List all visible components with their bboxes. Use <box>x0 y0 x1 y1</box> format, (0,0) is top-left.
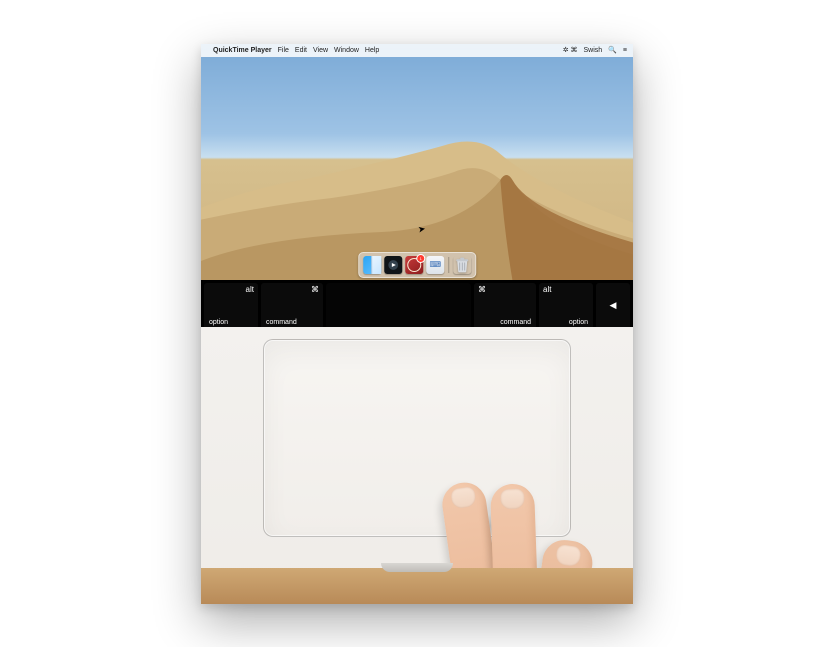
key-option-right[interactable]: alt option <box>539 283 593 329</box>
mouse-cursor: ➤ <box>417 223 426 235</box>
menubar-swish[interactable]: Swish <box>584 47 603 54</box>
dock-badge: 1 <box>416 254 425 263</box>
key-arrow-left[interactable]: ◀ <box>596 283 630 329</box>
key-command-label: command <box>266 319 297 326</box>
dock-touchkey-icon[interactable] <box>426 256 444 274</box>
dock-trash-icon[interactable] <box>453 256 471 274</box>
macos-menubar: QuickTime Player File Edit View Window H… <box>201 44 633 57</box>
key-alt-symbol: alt <box>543 285 551 294</box>
dock-finder-icon[interactable] <box>363 256 381 274</box>
dock-hazel-icon[interactable]: 1 <box>405 256 423 274</box>
key-cmd-symbol: ⌘ <box>311 285 319 294</box>
dock: 1 <box>358 252 476 278</box>
spotlight-icon[interactable]: 🔍 <box>608 46 617 54</box>
desk-surface <box>201 568 633 604</box>
laptop-palmrest <box>201 327 633 604</box>
keyboard-bottom-row: alt option ⌘ command ⌘ command alt optio… <box>201 280 633 332</box>
device-frame: QuickTime Player File Edit View Window H… <box>201 44 633 604</box>
desktop-screen[interactable]: QuickTime Player File Edit View Window H… <box>201 44 633 280</box>
key-command-left[interactable]: ⌘ command <box>261 283 323 329</box>
menubar-app-name[interactable]: QuickTime Player <box>213 47 272 54</box>
key-alt-symbol: alt <box>246 285 254 294</box>
key-spacebar[interactable] <box>326 283 471 329</box>
dock-quicktime-icon[interactable] <box>384 256 402 274</box>
key-command-label: command <box>500 319 531 326</box>
arrow-left-glyph: ◀ <box>610 300 617 311</box>
notification-center-icon[interactable]: ≡ <box>623 47 627 54</box>
key-option-label: option <box>209 319 228 326</box>
key-command-right[interactable]: ⌘ command <box>474 283 536 329</box>
menubar-status-icons[interactable]: ✲ ⌘ <box>563 46 578 54</box>
menubar-item-file[interactable]: File <box>278 47 289 54</box>
menubar-item-help[interactable]: Help <box>365 47 379 54</box>
menubar-item-window[interactable]: Window <box>334 47 359 54</box>
key-option-left[interactable]: alt option <box>204 283 258 329</box>
menubar-item-edit[interactable]: Edit <box>295 47 307 54</box>
key-cmd-symbol: ⌘ <box>478 285 486 294</box>
key-option-label: option <box>569 319 588 326</box>
dock-separator <box>448 257 449 273</box>
menubar-item-view[interactable]: View <box>313 47 328 54</box>
